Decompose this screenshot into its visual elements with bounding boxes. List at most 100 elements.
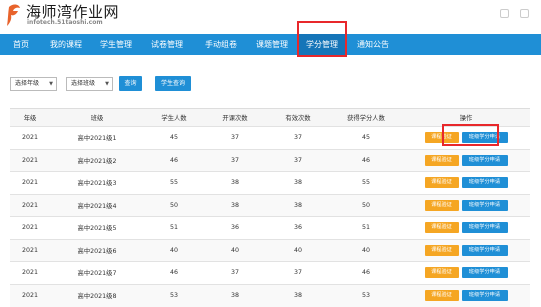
help-icon[interactable]	[500, 9, 509, 18]
table-cell: 2021	[10, 261, 50, 284]
column-header: 学生人数	[144, 108, 204, 127]
student-query-button[interactable]: 学生查询	[155, 76, 191, 91]
chevron-down-icon: ▼	[49, 81, 53, 87]
table-cell: 2021	[10, 126, 50, 149]
table-cell: 50	[144, 193, 204, 217]
table-cell: 2021	[10, 148, 50, 172]
course-verify-button[interactable]: 课程验证	[424, 290, 459, 301]
chevron-down-icon: ▼	[105, 81, 109, 87]
class-name-cell[interactable]: 高中2021级2	[50, 148, 144, 172]
table-cell: 37	[266, 126, 330, 149]
action-cell: 课程验证 班级学分申请	[402, 193, 530, 217]
top-icons	[500, 9, 529, 18]
class-name-cell[interactable]: 高中2021级3	[50, 171, 144, 194]
course-verify-button[interactable]: 课程验证	[424, 244, 459, 256]
table-cell: 46	[144, 148, 204, 172]
action-cell: 课程验证 班级学分申请	[402, 238, 530, 262]
action-cell: 课程验证 班级学分申请	[402, 148, 530, 172]
table-cell: 36	[204, 216, 266, 239]
class-name-cell[interactable]: 高中2021级1	[50, 126, 144, 149]
table-cell: 40	[330, 238, 402, 262]
grade-select-value: 选择年级	[15, 80, 40, 87]
table-cell: 45	[144, 126, 204, 149]
table-cell: 46	[144, 261, 204, 284]
nav-notices[interactable]: 通知公告	[357, 34, 389, 55]
class-credit-apply-button[interactable]: 班级学分申请	[461, 222, 508, 234]
class-credit-apply-button[interactable]: 班级学分申请	[461, 154, 508, 166]
action-cell: 课程验证 班级学分申请	[402, 216, 530, 239]
table-cell: 37	[204, 126, 266, 149]
nav-highlight-box	[297, 21, 347, 57]
table-cell: 2021	[10, 171, 50, 194]
table-cell: 50	[330, 193, 402, 217]
table-cell: 37	[204, 261, 266, 284]
class-credit-apply-button[interactable]: 班级学分申请	[461, 267, 508, 279]
class-credit-apply-button[interactable]: 班级学分申请	[461, 199, 508, 211]
header: 海师湾作业网 infotech.51taoshi.com	[0, 0, 541, 34]
action-cell: 课程验证 班级学分申请	[402, 283, 530, 307]
class-credit-apply-button[interactable]: 班级学分申请	[461, 290, 508, 301]
query-button[interactable]: 查询	[119, 76, 142, 91]
class-select-value: 选择班级	[71, 80, 96, 87]
nav-manual-compose[interactable]: 手动组卷	[205, 34, 237, 55]
nav-my-courses[interactable]: 我的课程	[50, 34, 82, 55]
action-cell: 课程验证 班级学分申请	[402, 171, 530, 194]
course-verify-button[interactable]: 课程验证	[424, 177, 459, 189]
table-cell: 40	[204, 238, 266, 262]
apply-highlight-box	[442, 124, 499, 146]
class-select[interactable]: 选择班级 ▼	[66, 77, 113, 91]
course-verify-button[interactable]: 课程验证	[424, 154, 459, 166]
table-cell: 2021	[10, 216, 50, 239]
class-name-cell[interactable]: 高中2021级5	[50, 216, 144, 239]
class-name-cell[interactable]: 高中2021级6	[50, 238, 144, 262]
table-cell: 46	[330, 261, 402, 284]
table-cell: 53	[330, 283, 402, 307]
table-cell: 37	[204, 148, 266, 172]
nav-topic-management[interactable]: 课题管理	[256, 34, 288, 55]
grade-select[interactable]: 选择年级 ▼	[10, 77, 57, 91]
table-row: 2021 高中2021级8 53 38 38 53 课程验证 班级学分申请	[10, 283, 530, 307]
class-credit-apply-button[interactable]: 班级学分申请	[461, 244, 508, 256]
action-cell: 课程验证 班级学分申请	[402, 261, 530, 284]
course-verify-button[interactable]: 课程验证	[424, 267, 459, 279]
table-row: 2021 高中2021级5 51 36 36 51 课程验证 班级学分申请	[10, 216, 530, 239]
class-name-cell[interactable]: 高中2021级4	[50, 193, 144, 217]
class-name-cell[interactable]: 高中2021级8	[50, 283, 144, 307]
table-row: 2021 高中2021级4 50 38 38 50 课程验证 班级学分申请	[10, 193, 530, 217]
table-cell: 55	[144, 171, 204, 194]
table-cell: 2021	[10, 238, 50, 262]
table-cell: 37	[266, 261, 330, 284]
table-cell: 40	[266, 238, 330, 262]
class-credit-apply-button[interactable]: 班级学分申请	[461, 177, 508, 189]
column-header: 班级	[50, 108, 144, 127]
class-name-cell[interactable]: 高中2021级7	[50, 261, 144, 284]
table-cell: 38	[266, 283, 330, 307]
course-verify-button[interactable]: 课程验证	[424, 199, 459, 211]
table-cell: 38	[204, 283, 266, 307]
table-cell: 38	[204, 171, 266, 194]
column-header: 获得学分人数	[330, 108, 402, 127]
table-cell: 51	[144, 216, 204, 239]
table-cell: 51	[330, 216, 402, 239]
table-row: 2021 高中2021级3 55 38 38 55 课程验证 班级学分申请	[10, 171, 530, 194]
course-verify-button[interactable]: 课程验证	[424, 222, 459, 234]
nav-paper-management[interactable]: 试卷管理	[151, 34, 183, 55]
table-row: 2021 高中2021级2 46 37 37 46 课程验证 班级学分申请	[10, 148, 530, 172]
nav-home[interactable]: 首页	[13, 34, 29, 55]
column-header: 有效次数	[266, 108, 330, 127]
nav-student-management[interactable]: 学生管理	[100, 34, 132, 55]
table-cell: 46	[330, 148, 402, 172]
user-icon[interactable]	[520, 9, 529, 18]
table-cell: 38	[204, 193, 266, 217]
table-cell: 40	[144, 238, 204, 262]
column-header: 开课次数	[204, 108, 266, 127]
column-header: 年级	[10, 108, 50, 127]
table-cell: 2021	[10, 283, 50, 307]
brand-url: infotech.51taoshi.com	[27, 19, 103, 26]
table-cell: 2021	[10, 193, 50, 217]
table-cell: 53	[144, 283, 204, 307]
table-cell: 36	[266, 216, 330, 239]
table-cell: 38	[266, 171, 330, 194]
table-cell: 37	[266, 148, 330, 172]
table-cell: 45	[330, 126, 402, 149]
